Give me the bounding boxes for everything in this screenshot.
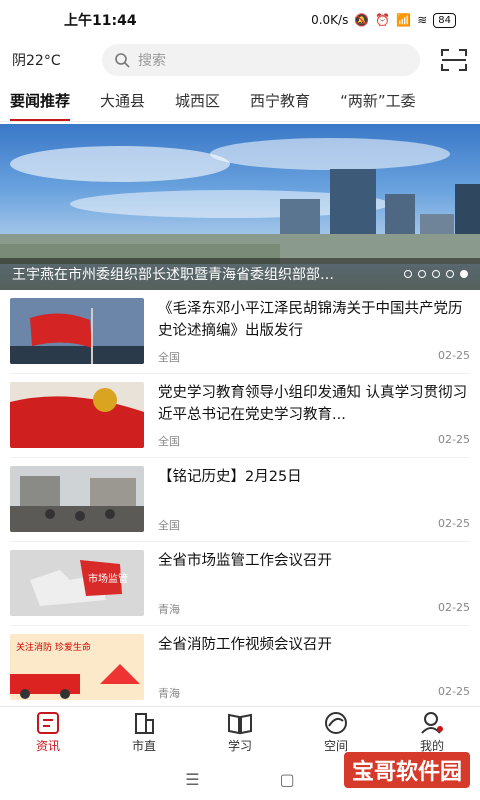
news-date: 02-25	[438, 517, 470, 530]
news-thumbnail: 市场监管	[10, 550, 144, 616]
news-title: 全省消防工作视频会议召开	[158, 637, 332, 653]
scan-icon	[441, 49, 467, 71]
tab-liangxin[interactable]: “两新”工委	[340, 80, 416, 121]
svg-text:关注消防 珍爱生命: 关注消防 珍爱生命	[16, 641, 91, 653]
svg-text:市场监管: 市场监管	[88, 572, 128, 585]
list-item[interactable]: 市场监管 全省市场监管工作会议召开 青海 02-25	[10, 542, 470, 626]
nav-news[interactable]: 资讯	[0, 707, 96, 758]
tab-xining-education[interactable]: 西宁教育	[250, 80, 310, 121]
news-title: 《毛泽东邓小平江泽民胡锦涛关于中国共产党历史论述摘编》出版发行	[158, 301, 463, 339]
wifi-icon: ≋	[417, 13, 428, 27]
top-bar: 阴22°C 搜索	[0, 40, 480, 80]
watermark: 宝哥软件园	[343, 752, 470, 788]
home-icon[interactable]: ▢	[280, 770, 295, 789]
signal-icon: 📶	[396, 13, 412, 27]
news-source: 全国	[158, 351, 180, 364]
book-icon	[228, 713, 252, 735]
list-item[interactable]: 党史学习教育领导小组印发通知 认真学习贯彻习近平总书记在党史学习教育... 全国…	[10, 374, 470, 458]
nav-label: 资讯	[35, 739, 60, 753]
status-bar: 上午11:44 0.0K/s 🔕 ⏰ 📶 ≋ 84	[0, 0, 480, 40]
news-source: 青海	[158, 687, 180, 700]
alarm-icon: ⏰	[375, 13, 391, 27]
mute-icon: 🔕	[354, 13, 370, 27]
nav-label: 学习	[227, 739, 252, 753]
news-thumbnail	[10, 382, 144, 448]
profile-icon	[421, 712, 443, 734]
news-source: 全国	[158, 435, 180, 448]
news-date: 02-25	[438, 349, 470, 362]
news-source: 青海	[158, 603, 180, 616]
news-thumbnail	[10, 466, 144, 532]
status-time: 上午11:44	[64, 13, 137, 29]
space-icon	[325, 712, 347, 734]
nav-profile[interactable]: 我的	[384, 707, 480, 758]
nav-city[interactable]: 市直	[96, 707, 192, 758]
search-input[interactable]: 搜索	[102, 44, 420, 76]
building-icon	[135, 713, 154, 734]
news-title: 全省市场监管工作会议召开	[158, 553, 332, 569]
weather-label: 阴22°C	[12, 53, 61, 69]
scan-button[interactable]	[420, 48, 468, 72]
news-title: 党史学习教育领导小组印发通知 认真学习贯彻习近平总书记在党史学习教育...	[158, 385, 468, 423]
news-date: 02-25	[438, 601, 470, 614]
bottom-nav: 资讯 市直 学习 空间 我的	[0, 706, 480, 758]
carousel-dot[interactable]	[418, 270, 426, 278]
news-source: 全国	[158, 519, 180, 532]
tab-recommended[interactable]: 要闻推荐	[10, 80, 71, 121]
tab-datong[interactable]: 大通县	[100, 80, 145, 121]
nav-space[interactable]: 空间	[288, 707, 384, 758]
search-placeholder: 搜索	[138, 53, 166, 69]
nav-label: 市直	[131, 739, 156, 753]
carousel-dot[interactable]	[432, 270, 440, 278]
menu-icon[interactable]: ☰	[185, 770, 199, 789]
banner-caption: 王宇燕在市州委组织部长述职暨青海省委组织部部…	[12, 267, 334, 283]
network-speed: 0.0K/s	[311, 13, 349, 27]
news-thumbnail: 关注消防 珍爱生命	[10, 634, 144, 700]
list-item[interactable]: 《毛泽东邓小平江泽民胡锦涛关于中国共产党历史论述摘编》出版发行 全国 02-25	[10, 290, 470, 374]
news-title: 【铭记历史】2月25日	[158, 469, 302, 485]
news-date: 02-25	[438, 433, 470, 446]
carousel-dot-active[interactable]	[460, 270, 468, 278]
battery-indicator: 84	[433, 12, 456, 28]
carousel-dot[interactable]	[446, 270, 454, 278]
nav-label: 空间	[323, 739, 348, 753]
banner-carousel[interactable]: 王宇燕在市州委组织部长述职暨青海省委组织部部…	[0, 124, 480, 290]
category-tabs: 要闻推荐 大通县 城西区 西宁教育 “两新”工委	[0, 80, 480, 122]
tab-chengxi[interactable]: 城西区	[175, 80, 220, 121]
list-item[interactable]: 【铭记历史】2月25日 全国 02-25	[10, 458, 470, 542]
news-list: 《毛泽东邓小平江泽民胡锦涛关于中国共产党历史论述摘编》出版发行 全国 02-25 …	[0, 290, 480, 710]
news-date: 02-25	[438, 685, 470, 698]
carousel-indicator	[404, 270, 468, 278]
news-icon	[37, 712, 59, 734]
nav-study[interactable]: 学习	[192, 707, 288, 758]
news-thumbnail	[10, 298, 144, 364]
search-icon	[115, 53, 130, 68]
carousel-dot[interactable]	[404, 270, 412, 278]
list-item[interactable]: 关注消防 珍爱生命 全省消防工作视频会议召开 青海 02-25	[10, 626, 470, 710]
